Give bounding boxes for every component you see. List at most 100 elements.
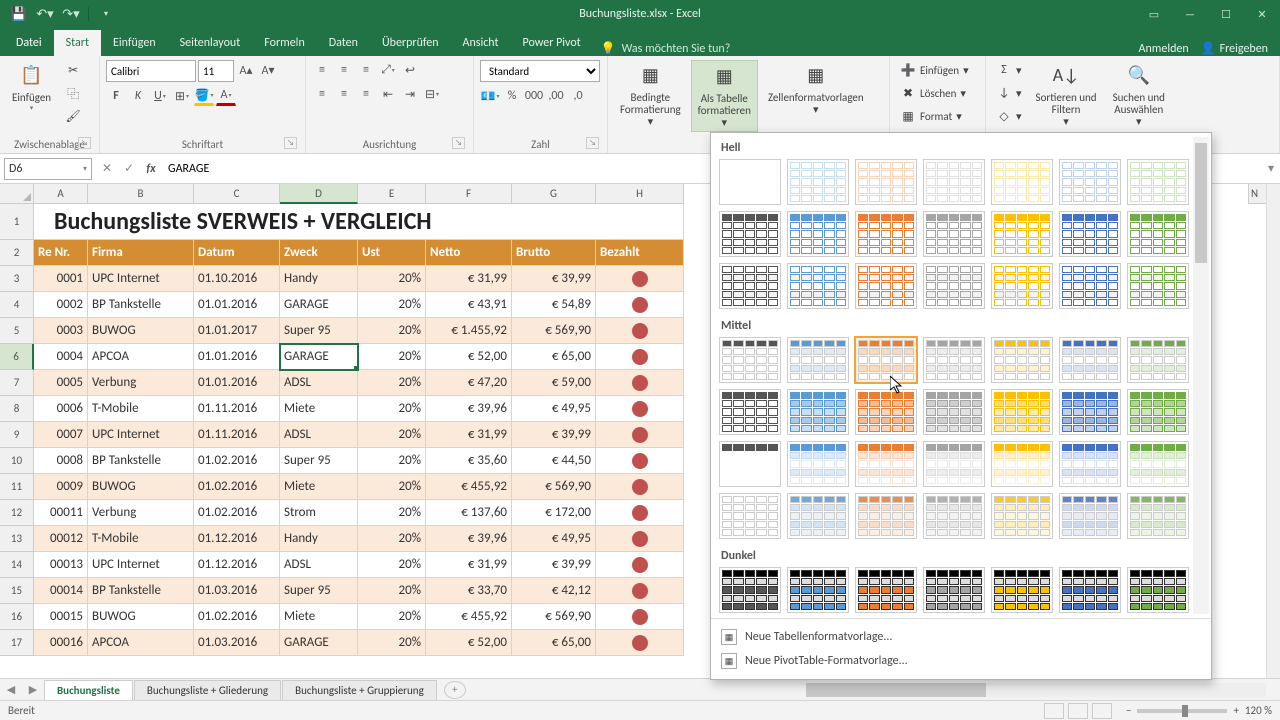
cell[interactable] xyxy=(596,500,684,526)
cell[interactable]: 01.10.2016 xyxy=(194,266,280,292)
tab-einfügen[interactable]: Einfügen xyxy=(101,30,168,56)
cell[interactable]: 00012 xyxy=(34,526,88,552)
cell[interactable]: 20% xyxy=(358,292,426,318)
cell[interactable]: € 42,12 xyxy=(512,578,596,604)
cell[interactable] xyxy=(596,396,684,422)
cell[interactable]: € 49,95 xyxy=(512,396,596,422)
conditional-formatting-button[interactable]: ▦Bedingte Formatierung▾ xyxy=(614,60,687,130)
column-header[interactable]: E xyxy=(358,184,426,204)
row-header[interactable]: 8 xyxy=(0,396,34,422)
table-style-swatch[interactable] xyxy=(719,567,781,613)
insert-cells-button[interactable]: ➕Einfügen ▾ xyxy=(896,60,973,80)
table-style-swatch[interactable] xyxy=(923,493,985,539)
cell[interactable]: 0006 xyxy=(34,396,88,422)
table-style-swatch[interactable] xyxy=(719,337,781,383)
table-style-swatch[interactable] xyxy=(1059,159,1121,205)
table-style-swatch[interactable] xyxy=(991,493,1053,539)
cell[interactable] xyxy=(596,604,684,630)
align-left-icon[interactable]: ≡ xyxy=(312,84,332,104)
column-header[interactable]: C xyxy=(194,184,280,204)
table-style-swatch[interactable] xyxy=(719,211,781,257)
cell[interactable]: 20% xyxy=(358,630,426,656)
cell[interactable]: BP Tankstelle xyxy=(88,578,194,604)
align-center-icon[interactable]: ≡ xyxy=(334,84,354,104)
table-style-swatch[interactable] xyxy=(991,389,1053,435)
sign-in-link[interactable]: Anmelden xyxy=(1139,42,1189,56)
font-name-input[interactable] xyxy=(106,60,196,82)
cell[interactable]: € 569,90 xyxy=(512,474,596,500)
fill-button[interactable]: ↓▾ xyxy=(992,83,1026,103)
cell[interactable]: € 54,89 xyxy=(512,292,596,318)
cell[interactable]: 0005 xyxy=(34,370,88,396)
table-style-swatch[interactable] xyxy=(719,389,781,435)
cell[interactable]: 01.12.2016 xyxy=(194,526,280,552)
cell[interactable]: 20% xyxy=(358,344,426,370)
cell[interactable]: Miete xyxy=(280,474,358,500)
table-header[interactable]: Ust xyxy=(358,240,426,266)
tab-file[interactable]: Datei xyxy=(4,30,54,56)
table-style-swatch[interactable] xyxy=(923,567,985,613)
cell[interactable] xyxy=(596,552,684,578)
align-right-icon[interactable]: ≡ xyxy=(356,84,376,104)
cell[interactable]: € 137,60 xyxy=(426,500,512,526)
row-header[interactable]: 2 xyxy=(0,240,34,266)
cell[interactable]: 20% xyxy=(358,266,426,292)
merge-center-icon[interactable]: ⊟ xyxy=(422,84,442,104)
cell[interactable]: € 455,92 xyxy=(426,474,512,500)
cell[interactable] xyxy=(596,630,684,656)
qat-customize-icon[interactable]: ▾ xyxy=(95,3,117,25)
cell[interactable]: Handy xyxy=(280,526,358,552)
cell[interactable]: ADSL xyxy=(280,370,358,396)
cell[interactable]: € 31,99 xyxy=(426,552,512,578)
tab-start[interactable]: Start xyxy=(54,30,101,56)
cell[interactable]: 0002 xyxy=(34,292,88,318)
column-header[interactable]: D xyxy=(280,184,358,204)
cell[interactable]: T-Mobile xyxy=(88,526,194,552)
decrease-decimal-icon[interactable]: ,0 xyxy=(568,86,588,106)
orientation-icon[interactable]: ⤢ xyxy=(378,60,398,80)
cell[interactable]: 0003 xyxy=(34,318,88,344)
table-style-swatch[interactable] xyxy=(787,337,849,383)
cell[interactable] xyxy=(596,448,684,474)
cell[interactable]: € 47,20 xyxy=(426,370,512,396)
decrease-font-icon[interactable]: A▾ xyxy=(258,60,278,80)
cell[interactable]: 01.02.2016 xyxy=(194,448,280,474)
close-icon[interactable]: ✕ xyxy=(1244,0,1280,28)
table-style-swatch[interactable] xyxy=(1059,211,1121,257)
cell[interactable]: 20% xyxy=(358,448,426,474)
increase-indent-icon[interactable]: ⇥ xyxy=(400,84,420,104)
cell[interactable]: 00011 xyxy=(34,500,88,526)
cell[interactable] xyxy=(596,578,684,604)
vertical-scrollbar[interactable] xyxy=(1266,184,1280,678)
cell[interactable]: 01.11.2016 xyxy=(194,396,280,422)
cell[interactable]: 01.01.2016 xyxy=(194,292,280,318)
sheet-nav-next-icon[interactable]: ▶ xyxy=(22,683,44,696)
row-header[interactable]: 4 xyxy=(0,292,34,318)
currency-icon[interactable]: 💶 xyxy=(480,86,500,106)
cell[interactable]: € 1.455,92 xyxy=(426,318,512,344)
cell[interactable]: APCOA xyxy=(88,630,194,656)
row-header[interactable]: 5 xyxy=(0,318,34,344)
paste-button[interactable]: 📋 Einfügen ▾ xyxy=(6,60,57,114)
column-header[interactable]: A xyxy=(34,184,88,204)
tab-daten[interactable]: Daten xyxy=(317,30,370,56)
table-style-swatch[interactable] xyxy=(787,441,849,487)
share-button[interactable]: 👤 Freigeben xyxy=(1201,41,1268,56)
cell[interactable]: € 569,90 xyxy=(512,604,596,630)
cell[interactable]: 20% xyxy=(358,370,426,396)
new-pivot-style-button[interactable]: ▦Neue PivotTable-Formatvorlage... xyxy=(719,649,1203,673)
table-style-swatch[interactable] xyxy=(1059,389,1121,435)
table-style-swatch[interactable] xyxy=(923,337,985,383)
cell[interactable]: Miete xyxy=(280,396,358,422)
select-all-button[interactable] xyxy=(0,184,34,204)
cell[interactable]: 0007 xyxy=(34,422,88,448)
cell[interactable]: € 43,91 xyxy=(426,292,512,318)
sheet-tab[interactable]: Buchungsliste + Gruppierung xyxy=(282,680,437,700)
cell[interactable]: 20% xyxy=(358,552,426,578)
horizontal-scrollbar[interactable] xyxy=(806,683,1266,697)
column-header[interactable]: N xyxy=(1248,184,1266,204)
increase-font-icon[interactable]: A▴ xyxy=(236,60,256,80)
cell[interactable]: € 33,70 xyxy=(426,578,512,604)
border-button[interactable]: ⊞ xyxy=(172,86,192,106)
cell[interactable]: BP Tankstelle xyxy=(88,292,194,318)
